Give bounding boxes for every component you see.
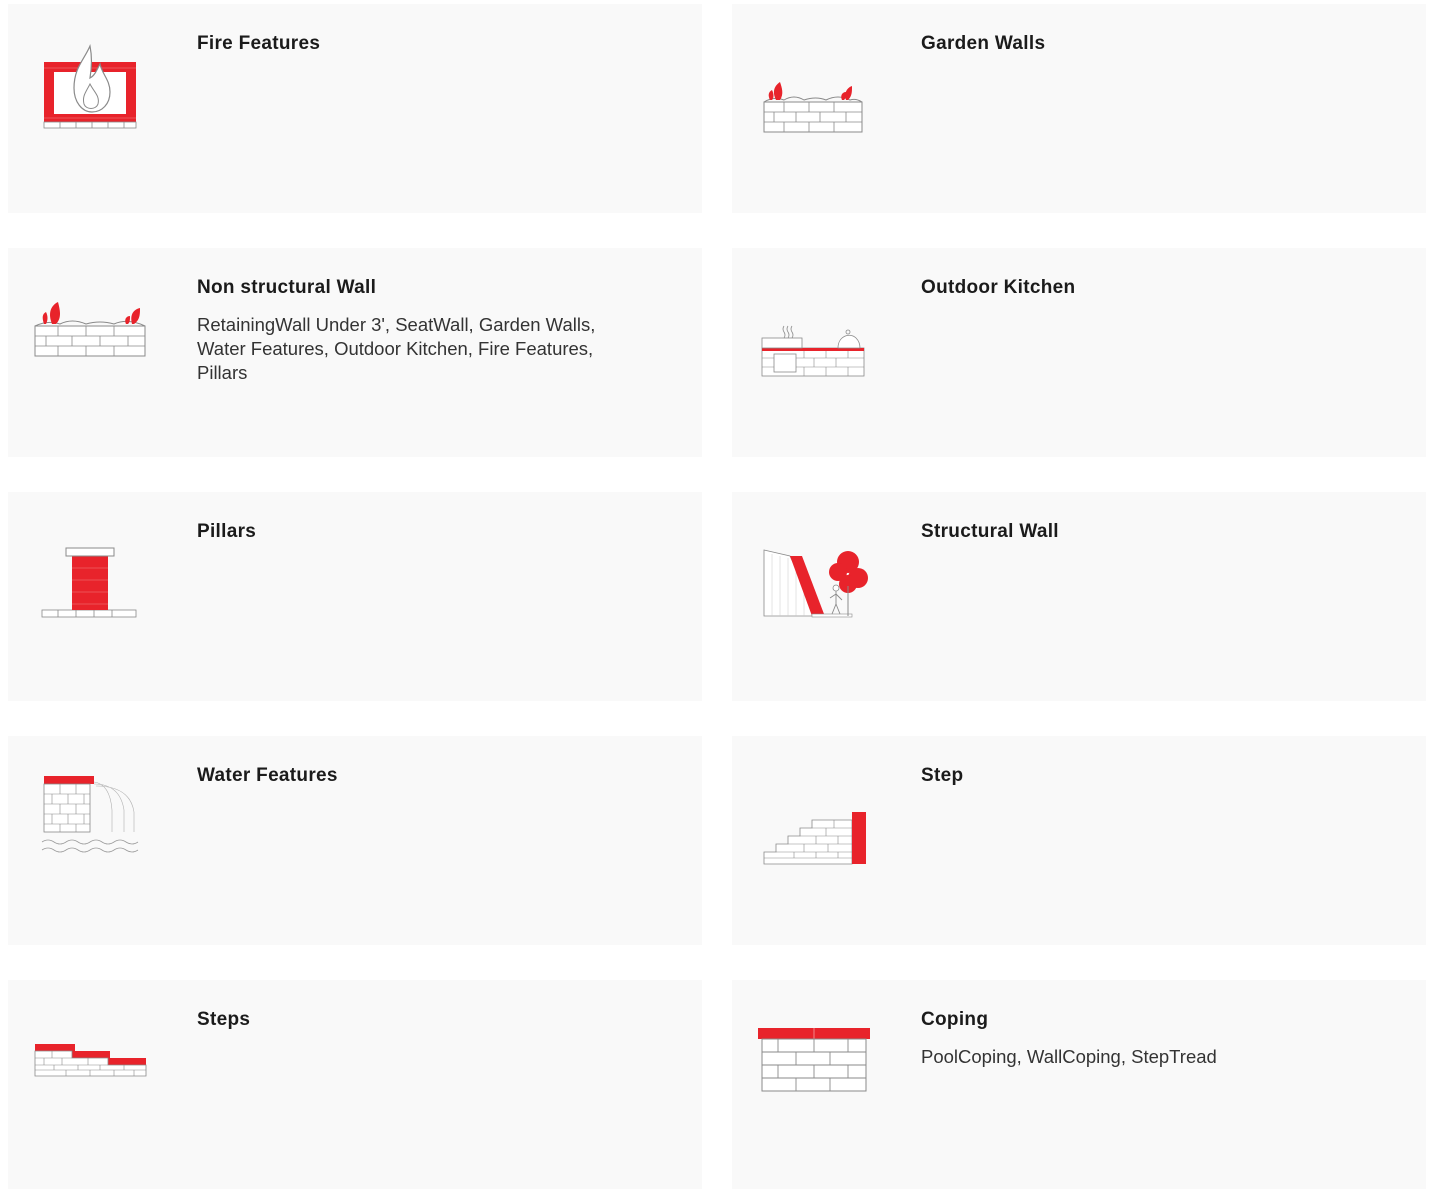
category-card-pillars[interactable]: Pillars [8,492,702,701]
fire-feature-icon [30,38,150,148]
step-icon [754,770,874,880]
category-title: Coping [921,1009,989,1030]
garden-wall-icon [754,38,874,148]
pillar-icon [30,526,150,636]
category-title: Garden Walls [921,33,1046,54]
category-title: Pillars [197,521,257,542]
category-description: RetainingWall Under 3', SeatWall, Garden… [197,314,596,383]
category-card-steps[interactable]: Steps [8,980,702,1189]
structural-wall-icon [754,526,874,636]
category-card-fire-features[interactable]: Fire Features [8,4,702,213]
category-card-structural-wall[interactable]: Structural Wall [732,492,1426,701]
category-card-step[interactable]: Step [732,736,1426,945]
category-description: PoolCoping, WallCoping, StepTread [921,1046,1217,1067]
coping-icon [754,1014,874,1124]
category-title: Steps [197,1009,251,1030]
category-card-non-structural-wall[interactable]: Non structural Wall RetainingWall Under … [8,248,702,457]
category-title: Non structural Wall [197,277,377,298]
category-title: Fire Features [197,33,321,54]
category-card-coping[interactable]: Coping PoolCoping, WallCoping, StepTread [732,980,1426,1189]
category-card-garden-walls[interactable]: Garden Walls [732,4,1426,213]
outdoor-kitchen-icon [754,282,874,392]
category-title: Water Features [197,765,338,786]
category-title: Step [921,765,964,786]
category-card-water-features[interactable]: Water Features [8,736,702,945]
category-title: Structural Wall [921,521,1059,542]
category-title: Outdoor Kitchen [921,277,1076,298]
water-feature-icon [30,770,150,880]
non-structural-wall-icon [30,282,150,392]
category-card-outdoor-kitchen[interactable]: Outdoor Kitchen [732,248,1426,457]
category-grid: Fire Features Garden Walls Non structura… [8,4,1426,1189]
steps-icon [30,1014,150,1124]
